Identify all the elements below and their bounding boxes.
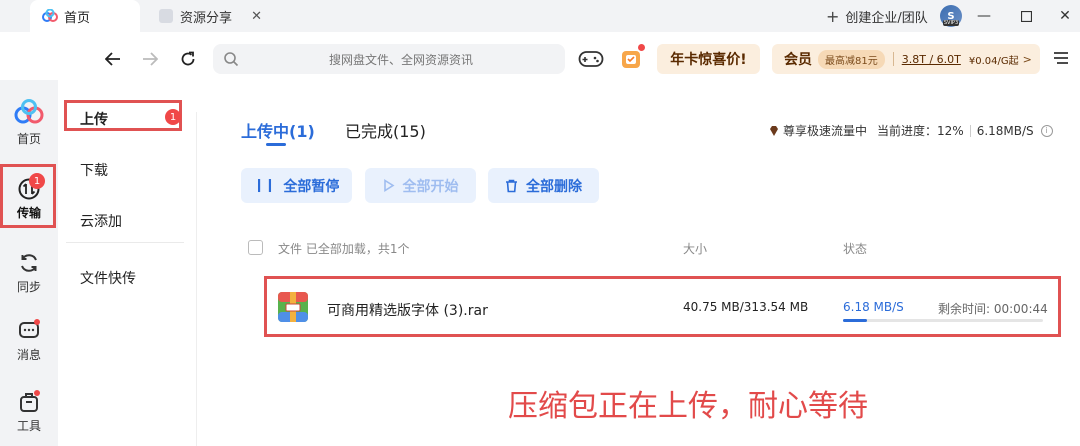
- title-bar: 首页 资源分享 ✕ + 创建企业/团队 S SVIP3 — ✕: [0, 0, 1080, 32]
- back-button[interactable]: [101, 47, 125, 71]
- file-name[interactable]: 可商用精选版字体 (3).rar: [327, 300, 488, 320]
- create-enterprise-button[interactable]: + 创建企业/团队: [826, 0, 928, 32]
- pause-all-button[interactable]: ❙❙ 全部暂停: [241, 168, 352, 203]
- forward-button[interactable]: [138, 47, 162, 71]
- speed-text: 6.18MB/S: [976, 123, 1034, 138]
- logo-icon: [14, 99, 44, 124]
- subnav-quick-transfer[interactable]: 文件快传: [80, 268, 136, 288]
- tab-resource-share[interactable]: 资源分享 ✕: [150, 0, 268, 32]
- archive-file-icon: [278, 292, 308, 322]
- refresh-icon: [181, 51, 195, 66]
- delete-all-label: 全部删除: [526, 178, 582, 195]
- close-icon[interactable]: ✕: [251, 9, 262, 24]
- divider: [892, 52, 894, 66]
- file-speed: 6.18 MB/S: [843, 300, 904, 314]
- divider: [66, 242, 184, 243]
- trash-icon: [506, 179, 517, 192]
- transfer-badge: 1: [29, 173, 45, 189]
- refresh-button[interactable]: [176, 47, 200, 71]
- rail-item-home[interactable]: 首页: [0, 98, 58, 147]
- time-remaining: 剩余时间: 00:00:44: [938, 302, 1048, 316]
- maximize-icon: [1020, 10, 1032, 22]
- divider: [969, 124, 971, 137]
- rail-item-sync[interactable]: 同步: [0, 252, 58, 295]
- pause-icon: ❙❙: [253, 178, 276, 193]
- close-window-button[interactable]: ✕: [1050, 0, 1080, 32]
- rail-label-home: 首页: [16, 132, 41, 146]
- delete-all-button[interactable]: 全部删除: [488, 168, 599, 203]
- tab-uploading[interactable]: 上传中(1): [241, 118, 315, 142]
- rail-label-message: 消息: [16, 348, 41, 362]
- vip-price: ¥0.04/G起: [968, 55, 1019, 67]
- rail-label-transfer: 传输: [16, 206, 41, 220]
- search-bar[interactable]: 搜网盘文件、全网资源资讯: [213, 44, 565, 74]
- gamepad-icon[interactable]: [578, 49, 604, 69]
- tab-resource-share-label: 资源分享: [180, 10, 233, 26]
- start-all-button[interactable]: 全部开始: [365, 168, 476, 203]
- annual-promo-button[interactable]: 年卡惊喜价!: [657, 44, 760, 74]
- upload-progress-bar: [843, 319, 1043, 322]
- tab-underline: [266, 143, 286, 146]
- file-size: 40.75 MB/313.54 MB: [683, 300, 809, 314]
- maximize-button[interactable]: [1011, 0, 1041, 32]
- create-enterprise-label: 创建企业/团队: [845, 10, 928, 26]
- rail-label-sync: 同步: [16, 280, 41, 294]
- arrow-left-icon: [105, 52, 120, 66]
- progress-fill: [843, 319, 867, 322]
- promo-label: 年卡惊喜价!: [670, 52, 747, 68]
- pause-all-label: 全部暂停: [283, 178, 340, 195]
- speed-info: 尊享极速流量中 当前进度：12% 6.18MB/S i: [768, 122, 1053, 139]
- start-all-label: 全部开始: [402, 178, 459, 195]
- search-icon: [224, 52, 239, 67]
- subnav-upload[interactable]: 上传: [80, 109, 108, 129]
- subnav-cloud-add[interactable]: 云添加: [80, 211, 122, 231]
- subnav-download[interactable]: 下载: [80, 160, 108, 180]
- info-icon[interactable]: i: [1040, 124, 1053, 137]
- chevron-right-icon: >: [1022, 52, 1032, 66]
- hamburger-menu-icon[interactable]: [1052, 49, 1070, 67]
- annotation-text: 压缩包正在上传，耐心等待: [508, 389, 868, 424]
- message-dot: [34, 319, 40, 325]
- progress-text: 当前进度：12%: [877, 124, 964, 138]
- baidu-logo-icon: [42, 8, 58, 24]
- notification-dot: [638, 44, 645, 51]
- svip-badge: SVIP3: [943, 20, 959, 26]
- header-file: 文件 已全部加载，共1个: [278, 242, 410, 256]
- tab-home-label: 首页: [64, 10, 91, 26]
- minimize-button[interactable]: —: [969, 0, 999, 32]
- upload-badge: 1: [165, 109, 181, 125]
- select-all-checkbox[interactable]: [248, 240, 263, 255]
- header-status: 状态: [843, 242, 868, 256]
- rail-label-tools: 工具: [16, 419, 41, 433]
- page-icon: [158, 8, 174, 24]
- play-icon: [383, 179, 395, 192]
- vip-discount-badge: 最高减81元: [818, 49, 885, 69]
- divider: [196, 112, 197, 446]
- header-size: 大小: [683, 242, 708, 256]
- vip-label: 会员: [784, 52, 812, 68]
- search-placeholder: 搜网盘文件、全网资源资讯: [329, 52, 474, 67]
- tab-home[interactable]: 首页: [30, 0, 140, 32]
- rail-item-message[interactable]: 消息: [0, 320, 58, 363]
- diamond-icon: [770, 125, 778, 136]
- sync-icon: [21, 254, 37, 272]
- tools-dot: [34, 390, 40, 396]
- tab-completed[interactable]: 已完成(15): [345, 118, 426, 142]
- rail-item-tools[interactable]: 工具: [0, 391, 58, 434]
- speed-label: 尊享极速流量中: [783, 124, 868, 138]
- plus-icon: +: [826, 6, 840, 26]
- vip-banner[interactable]: 会员 最高减81元 3.8T / 6.0T ¥0.04/G起 >: [772, 44, 1040, 74]
- arrow-right-icon: [143, 52, 158, 66]
- storage-usage: 3.8T / 6.0T: [901, 52, 961, 66]
